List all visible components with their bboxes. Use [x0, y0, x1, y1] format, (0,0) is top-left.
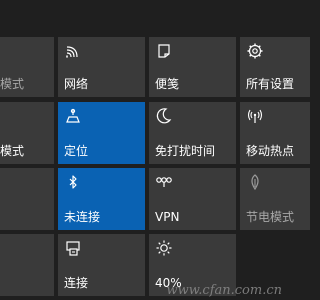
tile-empty[interactable] [0, 234, 54, 296]
tile-label: VPN [155, 210, 180, 224]
tile-location[interactable]: 定位 [58, 102, 145, 164]
gear-icon [246, 42, 264, 60]
tile-note[interactable]: 便笺 [149, 37, 236, 97]
connect-icon [64, 239, 82, 257]
watermark-text: www.cfan.com.cn [166, 283, 282, 298]
tile-label: 移动热点 [246, 144, 295, 158]
bluetooth-icon [64, 173, 82, 191]
tile-label: 连接 [64, 276, 89, 290]
tile-label: 网络 [64, 77, 89, 91]
tile-label: 免打扰时间 [155, 144, 216, 158]
tile-label: 定位 [64, 144, 89, 158]
tile-vpn[interactable]: VPN [149, 168, 236, 230]
tile-label: 节电模式 [246, 210, 295, 224]
tile-all-settings[interactable]: 所有设置 [240, 37, 310, 97]
moon-icon [155, 107, 173, 125]
tile-empty[interactable] [0, 168, 54, 230]
battery-saver-icon [246, 173, 264, 191]
note-icon [155, 42, 173, 60]
tile-label: 未连接 [64, 210, 101, 224]
tile-bluetooth[interactable]: 未连接 [58, 168, 145, 230]
network-icon [64, 42, 82, 60]
vpn-icon [155, 173, 173, 191]
tile-label: 所有设置 [246, 77, 295, 91]
hotspot-icon [246, 107, 264, 125]
tile-label: 便笺 [155, 77, 180, 91]
tile-battery-saver[interactable]: 节电模式 [240, 168, 310, 230]
location-icon [64, 107, 82, 125]
tile-tablet-mode[interactable]: 模式 [0, 37, 54, 97]
tile-connect[interactable]: 连接 [58, 234, 145, 296]
tile-quiet-hours[interactable]: 免打扰时间 [149, 102, 236, 164]
tile-mode[interactable]: 模式 [0, 102, 54, 164]
tile-mobile-hotspot[interactable]: 移动热点 [240, 102, 310, 164]
action-center-panel: 模式 网络 便笺 所有设置 模式 定位 免打扰时间 移动热点 未连接 VPN 节… [0, 0, 310, 300]
tile-label: 模式 [0, 77, 25, 91]
tile-label: 模式 [0, 144, 25, 158]
brightness-icon [155, 239, 173, 257]
tile-network[interactable]: 网络 [58, 37, 145, 97]
